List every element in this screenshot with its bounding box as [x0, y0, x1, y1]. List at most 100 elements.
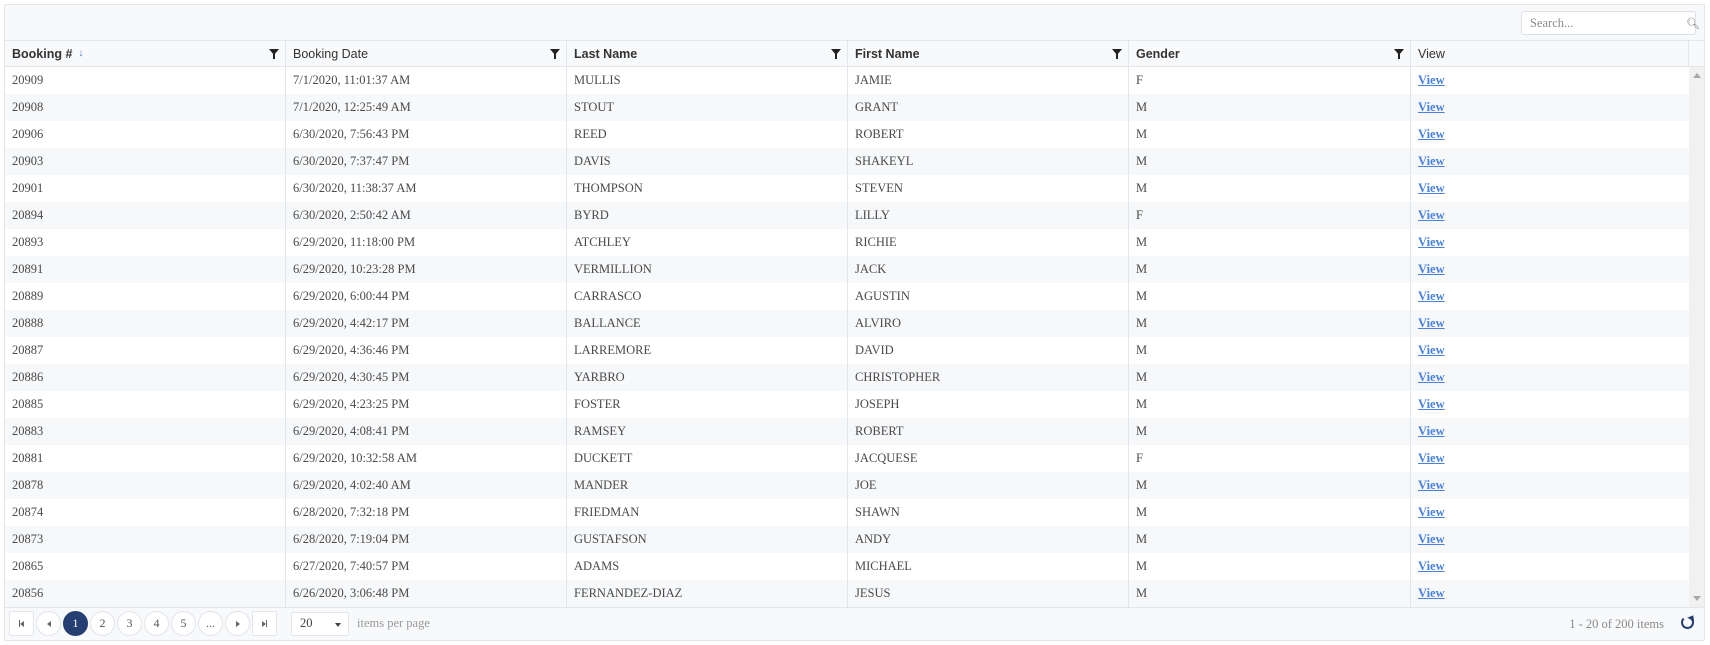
previous-page-button[interactable] [36, 611, 61, 636]
last-page-button[interactable] [252, 611, 277, 636]
booking-date-cell: 6/26/2020, 3:06:48 PM [286, 580, 567, 607]
search-box[interactable]: 🔍︎ [1521, 11, 1700, 35]
column-label: Gender [1136, 46, 1180, 61]
booking-date-cell: 6/29/2020, 4:36:46 PM [286, 337, 567, 364]
filter-icon[interactable] [269, 49, 279, 59]
table-row[interactable]: 20888 6/29/2020, 4:42:17 PM BALLANCE ALVIRO… [5, 310, 1689, 337]
view-link[interactable]: View [1418, 316, 1445, 331]
view-link[interactable]: View [1418, 289, 1445, 304]
view-link[interactable]: View [1418, 586, 1445, 601]
first-name-value: MICHAEL [855, 559, 912, 573]
table-row[interactable]: 20901 6/30/2020, 11:38:37 AM THOMPSON STEVE… [5, 175, 1689, 202]
search-icon[interactable]: 🔍︎ [1686, 17, 1700, 30]
column-header-gender[interactable]: Gender [1129, 41, 1411, 66]
column-header-last-name[interactable]: Last Name [567, 41, 848, 66]
table-row[interactable]: 20891 6/29/2020, 10:23:28 PM VERMILLION JAC… [5, 256, 1689, 283]
table-row[interactable]: 20906 6/30/2020, 7:56:43 PM REED ROBERT M Vie… [5, 121, 1689, 148]
booking-number-cell: 20886 [5, 364, 286, 391]
table-row[interactable]: 20908 7/1/2020, 12:25:49 AM STOUT GRANT M Vie… [5, 94, 1689, 121]
first-name-value: JOSEPH [855, 397, 900, 411]
page-button[interactable]: 4 [144, 611, 169, 636]
table-row[interactable]: 20873 6/28/2020, 7:19:04 PM GUSTAFSON ANDY M… [5, 526, 1689, 553]
gender-cell: M [1129, 418, 1411, 445]
first-page-button[interactable] [9, 611, 34, 636]
first-name-value: JESUS [855, 586, 891, 600]
page-button[interactable]: 1 [63, 611, 88, 636]
arrow-down-icon[interactable]: ↓ [78, 48, 83, 59]
first-name-value: LILLY [855, 208, 890, 222]
view-link[interactable]: View [1418, 343, 1445, 358]
filter-icon[interactable] [831, 49, 841, 59]
items-per-page-label: items per page [357, 616, 430, 630]
page-button[interactable]: 2 [90, 611, 115, 636]
next-page-button[interactable] [225, 611, 250, 636]
booking-date-value: 6/29/2020, 11:18:00 PM [293, 235, 416, 249]
first-name-value: JACQUESE [855, 451, 918, 465]
table-row[interactable]: 20856 6/26/2020, 3:06:48 PM FERNANDEZ-DIAZ… [5, 580, 1689, 607]
view-link[interactable]: View [1418, 154, 1445, 169]
view-link[interactable]: View [1418, 127, 1445, 142]
view-link[interactable]: View [1418, 235, 1445, 250]
view-link[interactable]: View [1418, 451, 1445, 466]
view-link[interactable]: View [1418, 505, 1445, 520]
table-row[interactable]: 20909 7/1/2020, 11:01:37 AM MULLIS JAMIE F Vi… [5, 67, 1689, 94]
table-row[interactable]: 20865 6/27/2020, 7:40:57 PM ADAMS MICHAEL M V… [5, 553, 1689, 580]
booking-date-value: 7/1/2020, 12:25:49 AM [293, 100, 411, 114]
page-size-select[interactable]: 20 [291, 611, 349, 636]
last-name-cell: REED [567, 121, 848, 148]
table-row[interactable]: 20878 6/29/2020, 4:02:40 AM MANDER JOE M View [5, 472, 1689, 499]
view-link[interactable]: View [1418, 397, 1445, 412]
last-name-value: REED [574, 127, 607, 141]
table-row[interactable]: 20886 6/29/2020, 4:30:45 PM YARBRO CHRISTOP… [5, 364, 1689, 391]
page-button[interactable]: 5 [171, 611, 196, 636]
view-link[interactable]: View [1418, 73, 1445, 88]
booking-number-value: 20894 [12, 208, 44, 222]
booking-number-value: 20908 [12, 100, 44, 114]
view-link[interactable]: View [1418, 559, 1445, 574]
filter-icon[interactable] [550, 49, 560, 59]
table-row[interactable]: 20887 6/29/2020, 4:36:46 PM LARREMORE DAVID… [5, 337, 1689, 364]
booking-number-cell: 20865 [5, 553, 286, 580]
table-row[interactable]: 20893 6/29/2020, 11:18:00 PM ATCHLEY RICHIE… [5, 229, 1689, 256]
view-cell: View [1411, 526, 1689, 553]
grid-pager: 1 2 3 4 5... 20 items per page 1 - 20 of 200… [5, 607, 1704, 639]
first-name-cell: CHRISTOPHER [848, 364, 1129, 391]
column-header-booking-date[interactable]: Booking Date [286, 41, 567, 66]
table-row[interactable]: 20883 6/29/2020, 4:08:41 PM RAMSEY ROBERT M V… [5, 418, 1689, 445]
filter-icon[interactable] [1112, 49, 1122, 59]
booking-date-value: 6/29/2020, 6:00:44 PM [293, 289, 410, 303]
column-header-booking-number[interactable]: Booking # ↓ [5, 41, 286, 66]
table-row[interactable]: 20874 6/28/2020, 7:32:18 PM FRIEDMAN SHAWN M… [5, 499, 1689, 526]
search-input[interactable] [1522, 15, 1686, 31]
table-row[interactable]: 20881 6/29/2020, 10:32:58 AM DUCKETT JACQUE… [5, 445, 1689, 472]
view-link[interactable]: View [1418, 370, 1445, 385]
view-link[interactable]: View [1418, 181, 1445, 196]
view-link[interactable]: View [1418, 262, 1445, 277]
scroll-down-icon[interactable] [1693, 596, 1701, 601]
more-pages-button[interactable]: ... [198, 611, 223, 636]
filter-icon[interactable] [1394, 49, 1404, 59]
last-name-cell: DUCKETT [567, 445, 848, 472]
table-row[interactable]: 20894 6/30/2020, 2:50:42 AM BYRD LILLY F View [5, 202, 1689, 229]
booking-number-cell: 20889 [5, 283, 286, 310]
table-row[interactable]: 20903 6/30/2020, 7:37:47 PM DAVIS SHAKEYL M V… [5, 148, 1689, 175]
booking-number-cell: 20894 [5, 202, 286, 229]
refresh-icon[interactable] [1681, 616, 1694, 629]
page-button[interactable]: 3 [117, 611, 142, 636]
gender-value: M [1136, 586, 1148, 600]
view-cell: View [1411, 283, 1689, 310]
view-link[interactable]: View [1418, 208, 1445, 223]
booking-date-value: 6/28/2020, 7:19:04 PM [293, 532, 410, 546]
view-link[interactable]: View [1418, 424, 1445, 439]
view-link[interactable]: View [1418, 532, 1445, 547]
table-row[interactable]: 20889 6/29/2020, 6:00:44 PM CARRASCO AGUSTI… [5, 283, 1689, 310]
first-name-cell: SHAKEYL [848, 148, 1129, 175]
vertical-scrollbar[interactable] [1689, 67, 1704, 607]
gender-value: M [1136, 343, 1148, 357]
column-header-first-name[interactable]: First Name [848, 41, 1129, 66]
column-label: View [1418, 46, 1445, 61]
scroll-up-icon[interactable] [1693, 73, 1701, 78]
view-link[interactable]: View [1418, 100, 1445, 115]
view-link[interactable]: View [1418, 478, 1445, 493]
table-row[interactable]: 20885 6/29/2020, 4:23:25 PM FOSTER JOSEPH M V… [5, 391, 1689, 418]
